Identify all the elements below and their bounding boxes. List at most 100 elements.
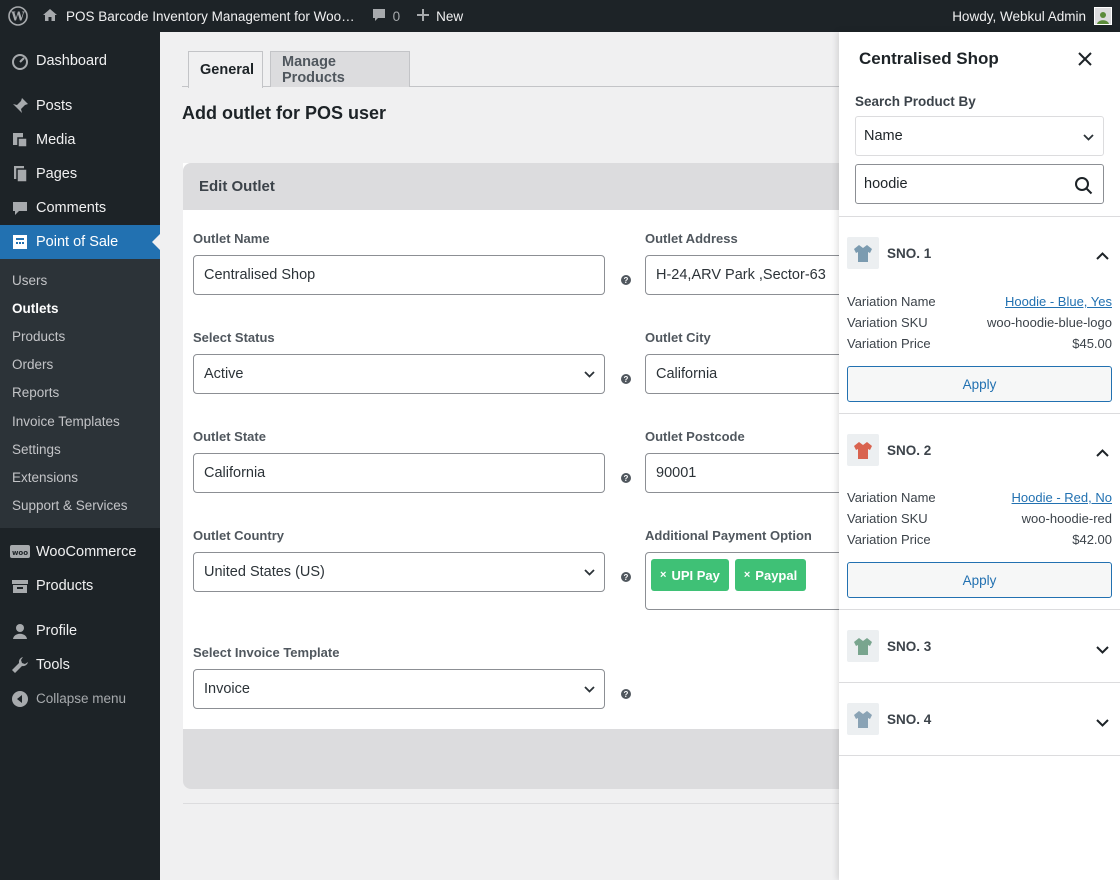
apply-button[interactable]: Apply bbox=[847, 562, 1112, 598]
field-label: Select Invoice Template bbox=[193, 645, 340, 660]
site-name-link[interactable]: POS Barcode Inventory Management for Woo… bbox=[36, 0, 363, 32]
row-label: Variation Name bbox=[847, 490, 936, 505]
payment-chip-paypal[interactable]: × Paypal bbox=[734, 559, 807, 591]
submenu-outlets[interactable]: Outlets bbox=[0, 294, 160, 322]
outlet-name-input[interactable]: Centralised Shop ? bbox=[193, 255, 631, 295]
comments-link[interactable]: 0 bbox=[363, 0, 409, 32]
postcode-input[interactable]: 90001 bbox=[645, 453, 845, 493]
menu-pages[interactable]: Pages bbox=[0, 157, 160, 191]
media-icon bbox=[10, 130, 30, 150]
help-icon[interactable]: ? bbox=[621, 275, 631, 285]
result-header[interactable]: SNO. 3 bbox=[847, 630, 931, 662]
status-select[interactable]: Active ? bbox=[193, 354, 631, 394]
comment-count: 0 bbox=[392, 8, 401, 24]
admin-sidebar: Dashboard Posts Media Pages Comments Poi… bbox=[0, 32, 160, 880]
hoodie-thumbnail-icon bbox=[847, 630, 879, 662]
chevron-down-icon bbox=[584, 371, 595, 378]
variation-name-row: Variation Name Hoodie - Blue, Yes bbox=[847, 294, 1112, 309]
chevron-down-icon[interactable] bbox=[1095, 642, 1110, 657]
plus-icon bbox=[416, 8, 430, 25]
menu-point-of-sale[interactable]: Point of Sale bbox=[0, 225, 160, 259]
menu-label: Media bbox=[36, 132, 76, 148]
menu-media[interactable]: Media bbox=[0, 123, 160, 157]
wordpress-logo-icon[interactable]: W bbox=[0, 0, 36, 32]
country-select[interactable]: United States (US) ? bbox=[193, 552, 631, 592]
product-search-input[interactable]: hoodie bbox=[855, 164, 1104, 204]
result-header[interactable]: SNO. 4 bbox=[847, 703, 931, 735]
menu-woocommerce[interactable]: woo WooCommerce bbox=[0, 535, 160, 569]
menu-dashboard[interactable]: Dashboard bbox=[0, 44, 160, 78]
hoodie-thumbnail-icon bbox=[847, 237, 879, 269]
result-title: SNO. 2 bbox=[887, 442, 932, 458]
hoodie-thumbnail-icon bbox=[847, 703, 879, 735]
hoodie-thumbnail-icon bbox=[847, 434, 879, 466]
account-menu[interactable]: Howdy, Webkul Admin bbox=[944, 0, 1120, 32]
select-value: Name bbox=[864, 128, 903, 144]
field-label: Outlet Country bbox=[193, 528, 284, 543]
input-value: Centralised Shop bbox=[204, 267, 316, 283]
page-title: Add outlet for POS user bbox=[182, 103, 387, 123]
help-icon[interactable]: ? bbox=[621, 374, 631, 384]
submenu-orders[interactable]: Orders bbox=[0, 351, 160, 379]
row-label: Variation Price bbox=[847, 336, 931, 351]
submenu-invoice-templates[interactable]: Invoice Templates bbox=[0, 407, 160, 435]
help-icon[interactable]: ? bbox=[621, 689, 631, 699]
new-label: New bbox=[436, 8, 464, 24]
result-item: SNO. 2 Variation Name Hoodie - Red, No Va… bbox=[839, 414, 1120, 610]
svg-text:woo: woo bbox=[12, 549, 28, 557]
tab-general[interactable]: General bbox=[188, 51, 263, 88]
field-label: Outlet Postcode bbox=[645, 429, 745, 444]
city-input[interactable]: California bbox=[645, 354, 845, 394]
payment-option-multiselect[interactable]: × UPI Pay × Paypal bbox=[645, 552, 845, 610]
greeting: Howdy, Webkul Admin bbox=[952, 8, 1086, 24]
menu-tools[interactable]: Tools bbox=[0, 648, 160, 682]
admin-bar: W POS Barcode Inventory Management for W… bbox=[0, 0, 1120, 32]
state-field: Outlet State California ? bbox=[193, 429, 631, 493]
collapse-menu-button[interactable]: Collapse menu bbox=[0, 682, 160, 716]
invoice-template-select[interactable]: Invoice ? bbox=[193, 669, 631, 709]
payment-chip-upi[interactable]: × UPI Pay bbox=[651, 559, 729, 591]
submenu-extensions[interactable]: Extensions bbox=[0, 463, 160, 491]
variation-name-link[interactable]: Hoodie - Red, No bbox=[1012, 490, 1112, 505]
outlet-address-input[interactable]: H-24,ARV Park ,Sector-63 bbox=[645, 255, 845, 295]
submenu-support[interactable]: Support & Services bbox=[0, 492, 160, 520]
chevron-down-icon bbox=[1083, 134, 1094, 141]
state-input[interactable]: California ? bbox=[193, 453, 631, 493]
row-value: woo-hoodie-blue-logo bbox=[986, 315, 1112, 330]
chevron-down-icon bbox=[584, 686, 595, 693]
panel-header: Centralised Shop bbox=[839, 32, 1120, 86]
submenu-users[interactable]: Users bbox=[0, 266, 160, 294]
close-icon[interactable] bbox=[1076, 50, 1094, 68]
field-label: Outlet Address bbox=[645, 231, 738, 246]
row-label: Variation Name bbox=[847, 294, 936, 309]
help-icon[interactable]: ? bbox=[621, 572, 631, 582]
outlet-name-field: Outlet Name Centralised Shop ? bbox=[193, 231, 631, 295]
submenu-settings[interactable]: Settings bbox=[0, 435, 160, 463]
search-by-select[interactable]: Name bbox=[855, 116, 1104, 156]
menu-posts[interactable]: Posts bbox=[0, 89, 160, 123]
menu-comments[interactable]: Comments bbox=[0, 191, 160, 225]
remove-chip-icon[interactable]: × bbox=[744, 569, 750, 581]
new-content-link[interactable]: New bbox=[408, 0, 471, 32]
input-value: California bbox=[204, 465, 266, 481]
city-field: Outlet City California bbox=[645, 330, 845, 394]
result-header[interactable]: SNO. 1 bbox=[847, 237, 931, 269]
help-icon[interactable]: ? bbox=[621, 473, 631, 483]
apply-button[interactable]: Apply bbox=[847, 366, 1112, 402]
field-label: Additional Payment Option bbox=[645, 528, 812, 543]
search-icon[interactable] bbox=[1074, 176, 1093, 195]
result-header[interactable]: SNO. 2 bbox=[847, 434, 931, 466]
menu-label: Dashboard bbox=[36, 53, 107, 69]
row-label: Variation Price bbox=[847, 532, 931, 547]
row-label: Variation SKU bbox=[847, 315, 928, 330]
menu-profile[interactable]: Profile bbox=[0, 614, 160, 648]
remove-chip-icon[interactable]: × bbox=[660, 569, 666, 581]
variation-name-link[interactable]: Hoodie - Blue, Yes bbox=[1005, 294, 1112, 309]
tab-manage-products[interactable]: Manage Products bbox=[270, 51, 410, 87]
submenu-reports[interactable]: Reports bbox=[0, 379, 160, 407]
menu-products[interactable]: Products bbox=[0, 569, 160, 603]
chevron-up-icon[interactable] bbox=[1095, 446, 1110, 461]
chevron-up-icon[interactable] bbox=[1095, 249, 1110, 264]
chevron-down-icon[interactable] bbox=[1095, 715, 1110, 730]
submenu-products[interactable]: Products bbox=[0, 322, 160, 350]
